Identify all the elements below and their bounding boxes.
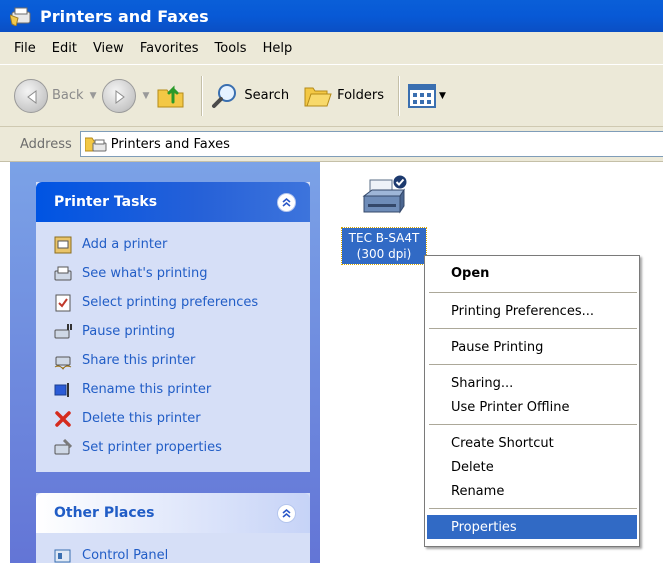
menu-sharing[interactable]: Sharing... [427, 371, 637, 395]
printer-tasks-group: Printer Tasks Add a printer See what's p… [36, 182, 310, 472]
task-select-preferences[interactable]: Select printing preferences [54, 288, 302, 317]
task-delete-printer[interactable]: Delete this printer [54, 404, 302, 433]
control-panel-icon [54, 549, 71, 562]
menu-edit[interactable]: Edit [44, 37, 85, 60]
menu-use-offline[interactable]: Use Printer Offline [427, 395, 637, 419]
back-dropdown-icon[interactable]: ▼ [90, 91, 97, 101]
menu-view[interactable]: View [85, 37, 132, 60]
other-places-list: Control Panel [36, 533, 310, 563]
menu-separator [429, 292, 637, 293]
window-title: Printers and Faxes [40, 6, 209, 26]
up-folder-button[interactable] [155, 76, 187, 116]
address-input[interactable]: Printers and Faxes [79, 131, 663, 157]
search-icon [212, 83, 237, 108]
folders-button[interactable]: Folders [303, 76, 384, 116]
menu-create-shortcut[interactable]: Create Shortcut [427, 431, 637, 455]
printer-resolution: (300 dpi) [356, 247, 412, 261]
print-queue-icon [54, 266, 72, 280]
task-label: Add a printer [82, 237, 168, 252]
views-button[interactable]: ▼ [407, 76, 446, 116]
task-pane: Printer Tasks Add a printer See what's p… [10, 162, 320, 563]
printer-tasks-title: Printer Tasks [54, 194, 158, 210]
task-label: Control Panel [82, 548, 169, 563]
folders-label: Folders [337, 88, 385, 103]
task-set-properties[interactable]: Set printer properties [54, 433, 302, 462]
share-printer-icon [54, 356, 72, 370]
task-label: Set printer properties [82, 440, 222, 455]
task-pause-printing[interactable]: Pause printing [54, 317, 302, 346]
task-label: Pause printing [82, 324, 176, 339]
task-add-printer[interactable]: Add a printer [54, 230, 302, 259]
forward-dropdown-icon[interactable]: ▼ [142, 91, 149, 101]
context-menu: Open Printing Preferences... Pause Print… [424, 255, 640, 547]
folders-icon [304, 87, 332, 106]
task-rename-printer[interactable]: Rename this printer [54, 375, 302, 404]
printer-tasks-header[interactable]: Printer Tasks [36, 182, 310, 222]
toolbar-separator [201, 75, 203, 116]
collapse-icon[interactable] [277, 503, 296, 523]
menu-help[interactable]: Help [255, 37, 301, 60]
toolbar-separator [398, 75, 400, 116]
task-label: Select printing preferences [82, 295, 259, 310]
printer-name: TEC B-SA4T [348, 231, 420, 245]
menu-file[interactable]: File [6, 37, 44, 60]
other-places-title: Other Places [54, 505, 155, 521]
menu-bar: File Edit View Favorites Tools Help [0, 32, 663, 65]
forward-arrow-icon [102, 78, 137, 113]
up-folder-icon [157, 84, 184, 107]
task-label: Delete this printer [82, 411, 201, 426]
task-share-printer[interactable]: Share this printer [54, 346, 302, 375]
menu-separator [429, 364, 637, 365]
menu-pause-printing[interactable]: Pause Printing [427, 335, 637, 359]
preferences-icon [55, 294, 71, 311]
menu-tools[interactable]: Tools [207, 37, 255, 60]
address-bar: Address Printers and Faxes [0, 127, 663, 162]
menu-separator [429, 508, 637, 509]
menu-properties[interactable]: Properties [427, 515, 637, 539]
search-label: Search [244, 88, 290, 103]
add-printer-icon [54, 236, 72, 253]
printer-icon [362, 174, 408, 214]
rename-icon [54, 382, 69, 397]
task-label: Share this printer [82, 353, 196, 368]
printer-label: TEC B-SA4T (300 dpi) [341, 227, 427, 265]
address-value: Printers and Faxes [110, 136, 230, 152]
menu-rename[interactable]: Rename [427, 479, 637, 503]
collapse-icon[interactable] [277, 192, 296, 212]
back-arrow-icon [14, 78, 48, 113]
other-places-header[interactable]: Other Places [36, 493, 310, 533]
menu-delete[interactable]: Delete [427, 455, 637, 479]
place-control-panel[interactable]: Control Panel [54, 541, 302, 563]
address-label: Address [20, 136, 72, 152]
menu-separator [429, 424, 637, 425]
views-dropdown-icon[interactable]: ▼ [439, 91, 446, 101]
task-label: Rename this printer [82, 382, 212, 397]
printer-tasks-list: Add a printer See what's printing Select… [36, 222, 310, 474]
menu-separator [429, 328, 637, 329]
toolbar: Back ▼ ▼ Search Folders ▼ [0, 65, 663, 127]
pause-printer-icon [54, 323, 72, 338]
menu-favorites[interactable]: Favorites [132, 37, 207, 60]
back-label: Back [52, 88, 84, 103]
task-label: See what's printing [82, 266, 208, 281]
back-button[interactable]: Back ▼ [14, 76, 96, 116]
printers-folder-icon [84, 137, 107, 152]
menu-open[interactable]: Open [427, 259, 637, 287]
task-see-printing[interactable]: See what's printing [54, 259, 302, 288]
title-bar[interactable]: Printers and Faxes [0, 0, 663, 32]
printers-folder-icon [10, 7, 31, 26]
menu-printing-preferences[interactable]: Printing Preferences... [427, 299, 637, 323]
delete-icon [55, 410, 71, 427]
forward-button[interactable]: ▼ [102, 76, 149, 116]
search-button[interactable]: Search [210, 76, 289, 116]
properties-icon [54, 438, 72, 454]
views-icon [408, 83, 437, 108]
other-places-group: Other Places Control Panel [36, 493, 310, 563]
